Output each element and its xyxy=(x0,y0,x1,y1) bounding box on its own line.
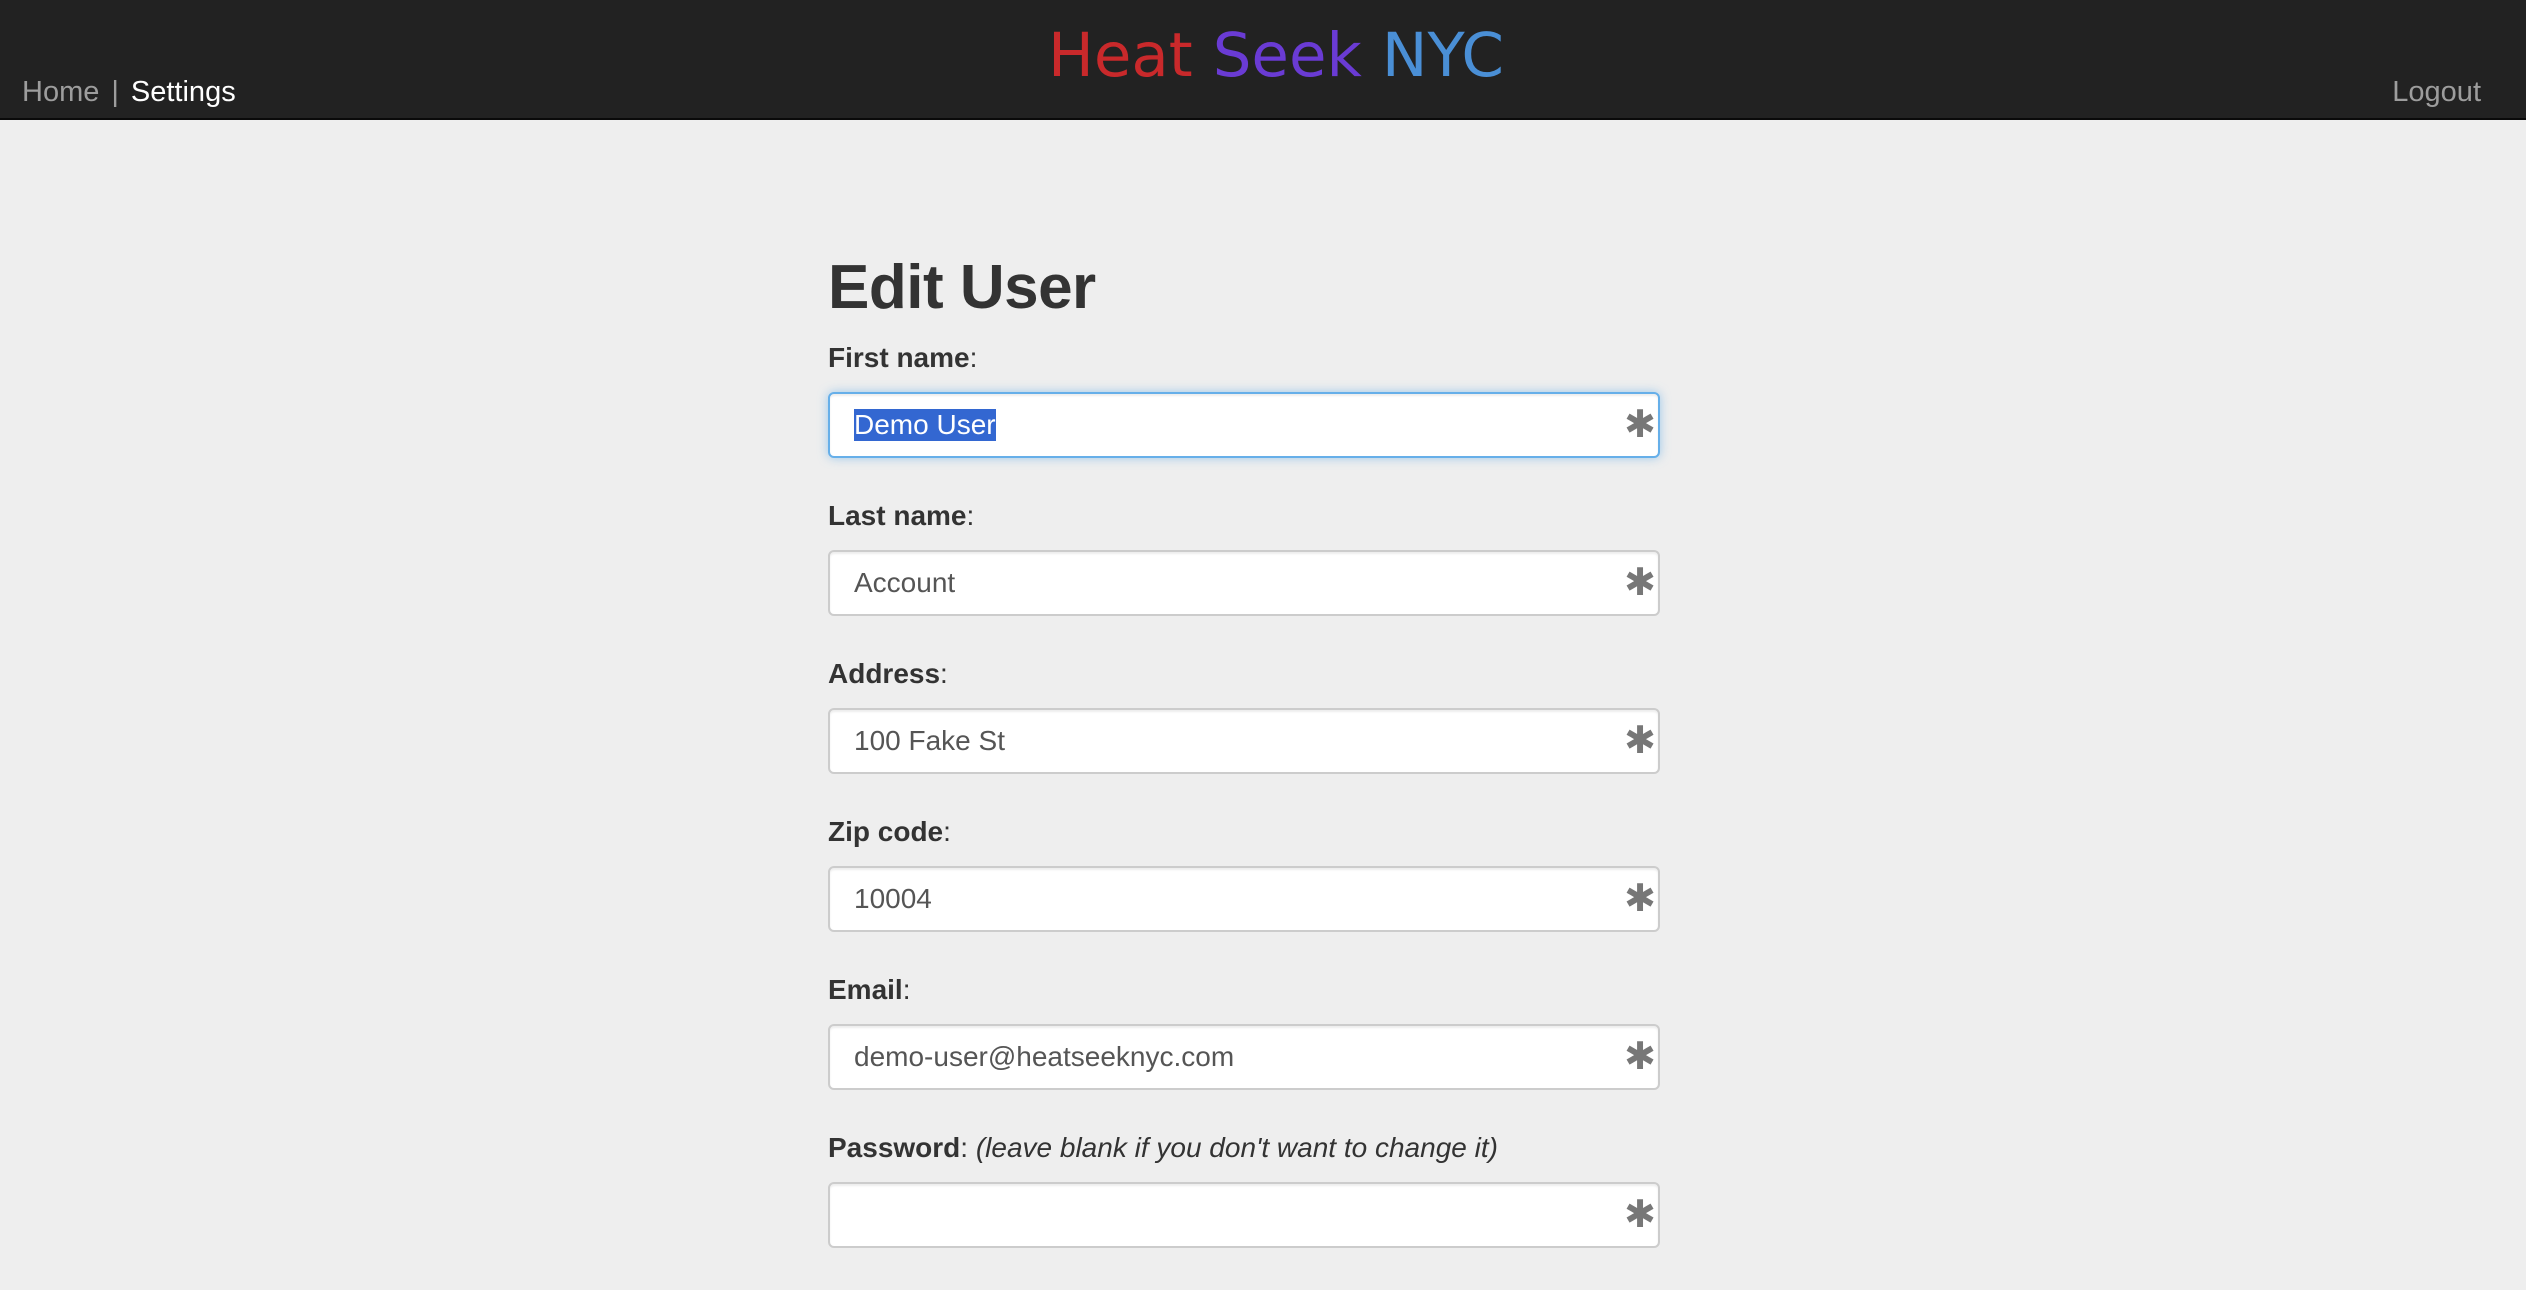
asterisk-icon: ✱ xyxy=(1624,562,1656,604)
email-field: Email: ✱ xyxy=(828,972,1660,1090)
zip-code-input[interactable] xyxy=(828,866,1660,932)
nav-separator: | xyxy=(111,76,119,108)
brand-word-nyc: NYC xyxy=(1381,20,1504,91)
zip-code-field: Zip code: ✱ xyxy=(828,814,1660,932)
top-navbar: Home | Settings Heat Seek NYC Logout xyxy=(0,0,2526,120)
brand-word-heat: Heat xyxy=(1048,20,1193,91)
asterisk-icon: ✱ xyxy=(1624,404,1656,446)
email-label: Email: xyxy=(828,974,911,1005)
edit-user-form: Edit User First name: ✱ Last name: ✱ Add… xyxy=(828,248,1660,1248)
password-hint: (leave blank if you don't want to change… xyxy=(975,1132,1498,1163)
page-title: Edit User xyxy=(828,253,1096,322)
nav-right: Logout xyxy=(2392,72,2481,112)
password-input[interactable] xyxy=(828,1182,1660,1248)
password-label: Password: (leave blank if you don't want… xyxy=(828,1132,1498,1163)
asterisk-icon: ✱ xyxy=(1624,1194,1656,1236)
nav-links: Home | Settings xyxy=(22,72,236,112)
nav-settings-link[interactable]: Settings xyxy=(131,72,236,112)
first-name-field: First name: ✱ xyxy=(828,340,1660,458)
logout-link[interactable]: Logout xyxy=(2392,76,2481,108)
asterisk-icon: ✱ xyxy=(1624,1036,1656,1078)
zip-code-label: Zip code: xyxy=(828,816,951,847)
nav-home-link[interactable]: Home xyxy=(22,72,99,112)
first-name-input[interactable] xyxy=(828,392,1660,458)
email-input[interactable] xyxy=(828,1024,1660,1090)
last-name-label: Last name: xyxy=(828,500,975,531)
address-field: Address: ✱ xyxy=(828,656,1660,774)
brand-logo[interactable]: Heat Seek NYC xyxy=(1048,20,1504,92)
asterisk-icon: ✱ xyxy=(1624,720,1656,762)
address-label: Address: xyxy=(828,658,948,689)
last-name-input[interactable] xyxy=(828,550,1660,616)
last-name-field: Last name: ✱ xyxy=(828,498,1660,616)
address-input[interactable] xyxy=(828,708,1660,774)
first-name-label: First name: xyxy=(828,342,978,373)
asterisk-icon: ✱ xyxy=(1624,878,1656,920)
password-field: Password: (leave blank if you don't want… xyxy=(828,1130,1660,1248)
brand-word-seek: Seek xyxy=(1212,20,1362,91)
